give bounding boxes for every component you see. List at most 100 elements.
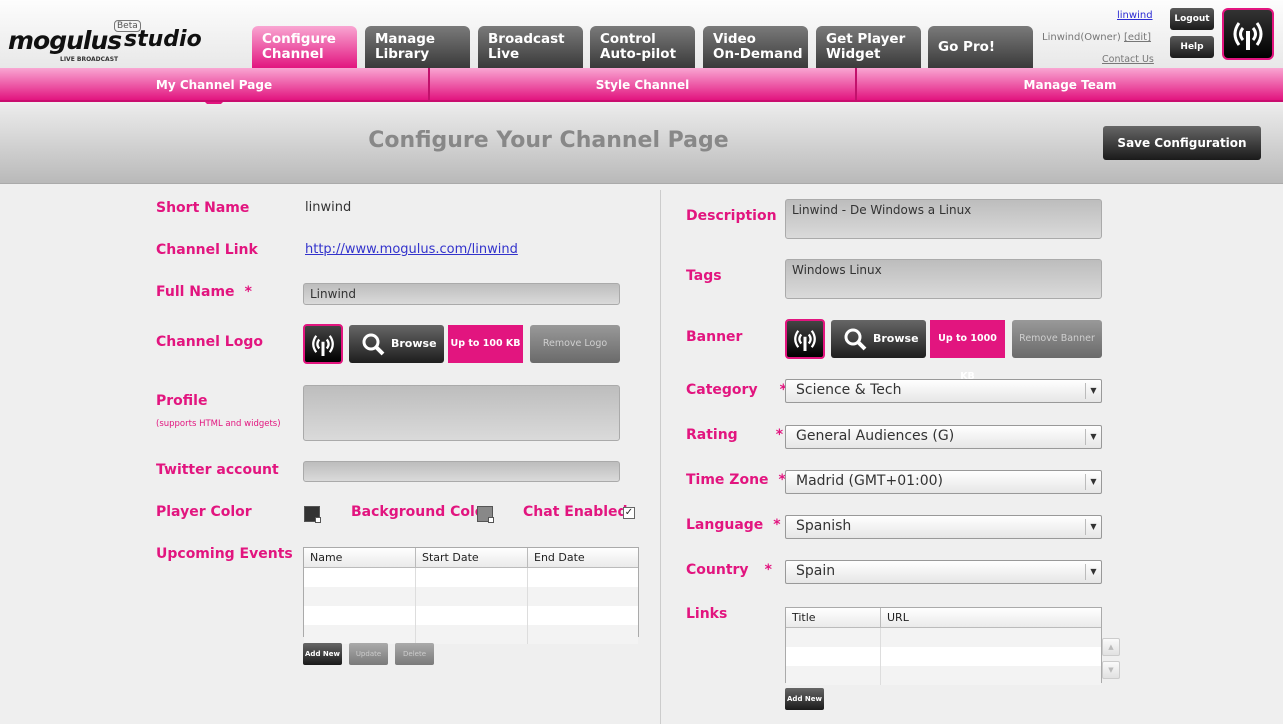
- short-name-value: linwind: [305, 200, 352, 215]
- nav-tab-line: On-Demand: [713, 46, 803, 62]
- brand-logo[interactable]: mogulus Beta studio LIVE BROADCAST: [8, 20, 202, 66]
- nav-tab-line: Live: [488, 46, 520, 62]
- brand-suffix: studio: [124, 27, 202, 52]
- brand-name: mogulus: [8, 26, 122, 55]
- upcoming-events-label: Upcoming Events: [156, 546, 293, 562]
- required-marker: *: [773, 517, 781, 533]
- channel-logo-label: Channel Logo: [156, 334, 263, 350]
- table-row[interactable]: [786, 647, 1101, 666]
- chat-enabled-label: Chat Enabled: [523, 504, 628, 520]
- remove-banner-button[interactable]: Remove Banner: [1012, 320, 1102, 358]
- category-selected-value: Science & Tech: [796, 382, 902, 398]
- background-color-label: Background Color: [351, 504, 492, 520]
- rating-label-text: Rating: [686, 427, 738, 443]
- remove-logo-button[interactable]: Remove Logo: [530, 325, 620, 363]
- full-name-label: Full Name *: [156, 284, 252, 300]
- event-add-new-button[interactable]: Add New: [303, 643, 342, 665]
- table-header: Name Start Date End Date: [304, 548, 638, 568]
- profile-label: Profile: [156, 393, 208, 409]
- player-color-swatch[interactable]: [304, 506, 321, 523]
- country-select[interactable]: Spain ▼: [785, 560, 1102, 584]
- full-name-label-text: Full Name: [156, 284, 235, 300]
- tags-textarea[interactable]: Windows Linux: [785, 259, 1102, 299]
- username-link[interactable]: linwind: [1117, 10, 1153, 21]
- move-down-button[interactable]: ▼: [1102, 661, 1120, 679]
- links-label: Links: [686, 606, 728, 622]
- rating-label: Rating *: [686, 427, 783, 443]
- language-label-text: Language: [686, 517, 764, 533]
- column-header-url[interactable]: URL: [881, 608, 1101, 627]
- app-header: mogulus Beta studio LIVE BROADCAST Confi…: [0, 0, 1283, 68]
- upcoming-events-table[interactable]: Name Start Date End Date: [303, 547, 639, 644]
- column-header-start-date[interactable]: Start Date: [416, 548, 528, 567]
- search-icon: [844, 328, 867, 351]
- table-row[interactable]: [304, 568, 638, 587]
- move-up-button[interactable]: ▲: [1102, 638, 1120, 656]
- nav-tab-line: Broadcast: [488, 31, 565, 47]
- browse-label: Browse: [391, 337, 437, 350]
- table-row[interactable]: [304, 606, 638, 625]
- table-row[interactable]: [786, 666, 1101, 685]
- column-header-name[interactable]: Name: [304, 548, 416, 567]
- logo-browse-button[interactable]: Browse: [349, 325, 444, 363]
- description-textarea[interactable]: Linwind - De Windows a Linux: [785, 199, 1102, 239]
- nav-tab-line: Go Pro!: [938, 39, 996, 55]
- help-button[interactable]: Help: [1170, 36, 1214, 58]
- chevron-down-icon: ▼: [1085, 429, 1101, 445]
- category-select[interactable]: Science & Tech ▼: [785, 379, 1102, 403]
- background-color-swatch[interactable]: [477, 506, 494, 523]
- page-title-bar: Configure Your Channel Page Save Configu…: [0, 104, 1283, 184]
- table-row[interactable]: [786, 628, 1101, 647]
- save-configuration-button[interactable]: Save Configuration: [1103, 126, 1261, 160]
- nav-tab-line: Widget: [826, 46, 881, 62]
- contact-us-link[interactable]: Contact Us: [1102, 54, 1154, 65]
- rating-select[interactable]: General Audiences (G) ▼: [785, 425, 1102, 449]
- channel-link-url[interactable]: http://www.mogulus.com/linwind: [305, 242, 518, 257]
- column-header-title[interactable]: Title: [786, 608, 881, 627]
- banner-browse-button[interactable]: Browse: [831, 320, 926, 358]
- column-header-end-date[interactable]: End Date: [528, 548, 638, 567]
- full-name-input[interactable]: Linwind: [303, 283, 620, 305]
- event-delete-button[interactable]: Delete: [395, 643, 434, 665]
- nav-tab-get-player-widget[interactable]: Get Player Widget: [816, 26, 921, 68]
- twitter-input[interactable]: [303, 461, 620, 482]
- nav-tab-manage-library[interactable]: Manage Library: [365, 26, 470, 68]
- table-row[interactable]: [304, 587, 638, 606]
- subtab-my-channel-page[interactable]: My Channel Page: [0, 68, 428, 102]
- nav-tab-control-autopilot[interactable]: Control Auto-pilot: [590, 26, 695, 68]
- event-update-button[interactable]: Update: [349, 643, 388, 665]
- required-marker: *: [764, 562, 772, 578]
- time-zone-label-text: Time Zone: [686, 472, 769, 488]
- profile-textarea[interactable]: [303, 385, 620, 441]
- nav-tab-video-on-demand[interactable]: Video On-Demand: [703, 26, 808, 68]
- banner-thumbnail: [785, 319, 825, 359]
- time-zone-select[interactable]: Madrid (GMT+01:00) ▼: [785, 470, 1102, 494]
- link-add-new-button[interactable]: Add New: [785, 688, 824, 710]
- nav-tab-line: Library: [375, 46, 430, 62]
- nav-tab-configure-channel[interactable]: Configure Channel: [252, 26, 357, 68]
- chevron-down-icon: ▼: [1085, 383, 1101, 399]
- nav-tab-go-pro[interactable]: Go Pro!: [928, 26, 1033, 68]
- broadcast-antenna-icon: [312, 335, 334, 356]
- links-table[interactable]: Title URL: [785, 607, 1102, 685]
- table-row[interactable]: [304, 625, 638, 644]
- channel-logo-thumbnail: [303, 324, 343, 364]
- nav-tab-line: Get Player: [826, 31, 906, 47]
- required-marker: *: [244, 284, 252, 300]
- nav-tab-broadcast-live[interactable]: Broadcast Live: [478, 26, 583, 68]
- subtab-manage-team[interactable]: Manage Team: [857, 68, 1283, 102]
- nav-tab-line: Video: [713, 31, 756, 47]
- logo-size-limit: Up to 100 KB: [448, 325, 523, 363]
- search-icon: [362, 333, 385, 356]
- language-select[interactable]: Spanish ▼: [785, 515, 1102, 539]
- logout-button[interactable]: Logout: [1170, 8, 1214, 30]
- nav-tab-line: Configure: [262, 31, 336, 47]
- broadcast-antenna-icon: [1233, 22, 1263, 50]
- chat-enabled-checkbox[interactable]: ✓: [623, 507, 635, 519]
- edit-link[interactable]: [edit]: [1124, 32, 1151, 43]
- column-divider: [660, 190, 661, 724]
- nav-tab-line: Manage: [375, 31, 436, 47]
- channel-avatar[interactable]: [1222, 8, 1274, 60]
- language-label: Language *: [686, 517, 781, 533]
- subtab-style-channel[interactable]: Style Channel: [430, 68, 855, 102]
